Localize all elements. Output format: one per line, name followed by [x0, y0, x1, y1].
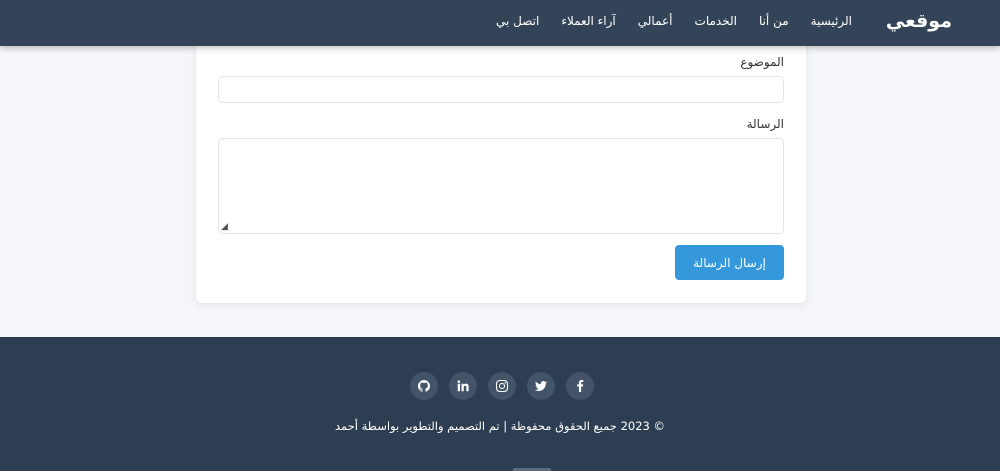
- github-icon[interactable]: [410, 372, 438, 400]
- facebook-icon[interactable]: [566, 372, 594, 400]
- nav-links: الرئيسية من أنا الخدمات أعمالي آراء العم…: [496, 14, 852, 28]
- send-message-button[interactable]: إرسال الرسالة: [675, 245, 784, 280]
- navbar: موقعي الرئيسية من أنا الخدمات أعمالي آرا…: [0, 0, 1000, 46]
- nav-link-about[interactable]: من أنا: [759, 14, 789, 28]
- message-label: الرسالة: [746, 117, 784, 131]
- subject-label: الموضوع: [740, 55, 784, 69]
- copyright-text: © 2023 جميع الحقوق محفوظة | تم التصميم و…: [335, 419, 665, 433]
- linkedin-icon[interactable]: [449, 372, 477, 400]
- resize-handle-icon[interactable]: ◢: [221, 223, 228, 232]
- subject-input[interactable]: [218, 76, 784, 103]
- site-logo[interactable]: موقعي: [886, 10, 952, 32]
- twitter-icon[interactable]: [527, 372, 555, 400]
- instagram-icon[interactable]: [488, 372, 516, 400]
- social-links: [410, 372, 594, 400]
- nav-link-services[interactable]: الخدمات: [695, 14, 737, 28]
- footer: © 2023 جميع الحقوق محفوظة | تم التصميم و…: [0, 337, 1000, 471]
- nav-link-contact[interactable]: اتصل بي: [496, 14, 539, 28]
- message-textarea[interactable]: ◢: [218, 138, 784, 234]
- nav-link-portfolio[interactable]: أعمالي: [638, 14, 673, 28]
- nav-link-testimonials[interactable]: آراء العملاء: [561, 14, 615, 28]
- nav-link-home[interactable]: الرئيسية: [811, 14, 852, 28]
